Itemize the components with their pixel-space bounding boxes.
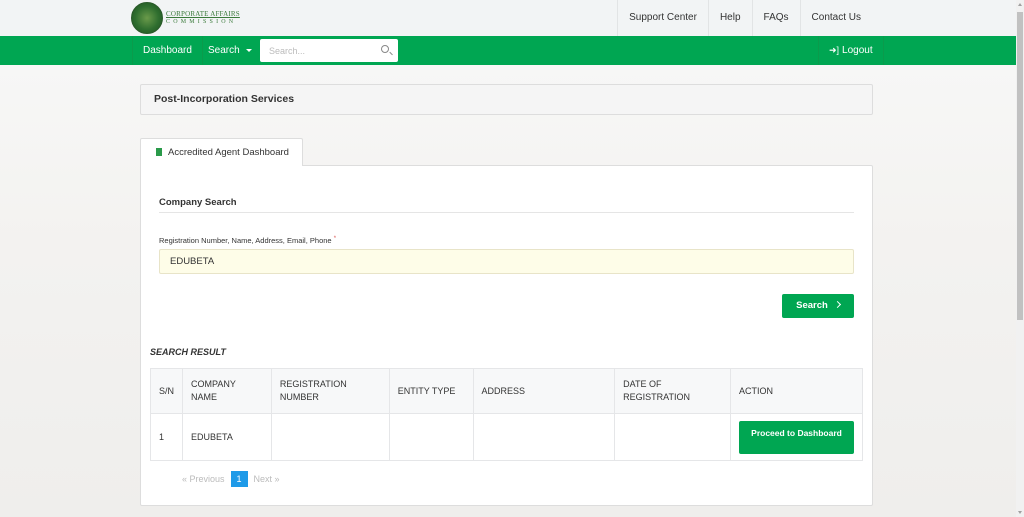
table-row: 1 EDUBETA Proceed to Dashboard — [149, 413, 863, 461]
search-button[interactable]: Search — [782, 294, 854, 318]
cell-address — [472, 413, 616, 461]
col-action: ACTION — [730, 368, 863, 414]
search-result-title: SEARCH RESULT — [150, 347, 226, 357]
results-table: S/N COMPANY NAME REGISTRATION NUMBER ENT… — [149, 368, 863, 461]
chevron-right-icon — [833, 300, 841, 309]
dashboard-panel: Company Search Registration Number, Name… — [140, 165, 873, 506]
col-sn: S/N — [149, 368, 184, 414]
pagination-page-1[interactable]: 1 — [230, 471, 248, 487]
top-links: Support Center Help FAQs Contact Us — [617, 0, 872, 36]
col-entity-type: ENTITY TYPE — [388, 368, 474, 414]
cell-action: Proceed to Dashboard — [730, 413, 863, 461]
sign-in-icon: ➜] — [829, 45, 840, 55]
proceed-to-dashboard-button[interactable]: Proceed to Dashboard — [739, 420, 854, 454]
search-field-label: Registration Number, Name, Address, Emai… — [159, 236, 336, 245]
field-label-text: Registration Number, Name, Address, Emai… — [159, 236, 332, 245]
contact-us-link[interactable]: Contact Us — [799, 0, 872, 36]
required-mark: * — [333, 236, 337, 242]
nav-dashboard[interactable]: Dashboard — [132, 36, 203, 65]
section-divider — [159, 212, 854, 213]
logout-button[interactable]: ➜] Logout — [818, 36, 884, 65]
search-button-label: Search — [796, 300, 828, 311]
scroll-up-icon[interactable] — [1018, 3, 1022, 6]
support-center-link[interactable]: Support Center — [617, 0, 708, 36]
company-search-input[interactable]: EDUBETA — [159, 249, 854, 274]
caret-down-icon — [245, 48, 252, 52]
building-icon — [156, 148, 162, 156]
nav-search-input[interactable] — [260, 39, 370, 62]
cell-sn: 1 — [149, 413, 184, 461]
col-registration-number: REGISTRATION NUMBER — [270, 368, 390, 414]
top-bar: CORPORATE AFFAIRS COMMISSION Support Cen… — [0, 0, 1016, 36]
nav-search-label: Search — [208, 45, 240, 56]
brand-line2: COMMISSION — [166, 19, 237, 25]
cell-company-name: EDUBETA — [182, 413, 272, 461]
cac-logo[interactable]: CORPORATE AFFAIRS COMMISSION — [131, 2, 240, 34]
section-title: Company Search — [159, 197, 237, 208]
scroll-down-icon[interactable] — [1018, 511, 1022, 514]
brand-line1: CORPORATE AFFAIRS — [166, 10, 240, 18]
page-title: Post-Incorporation Services — [140, 84, 873, 115]
logout-label: Logout — [842, 45, 873, 56]
nav-search-box — [260, 39, 398, 62]
page-scrollbar[interactable] — [1016, 0, 1024, 517]
col-date-of-registration: DATE OF REGISTRATION — [614, 368, 731, 414]
col-company-name: COMPANY NAME — [182, 368, 272, 414]
table-header-row: S/N COMPANY NAME REGISTRATION NUMBER ENT… — [149, 368, 863, 414]
pagination: « Previous 1 Next » — [182, 471, 280, 487]
col-address: ADDRESS — [472, 368, 616, 414]
scrollbar-thumb[interactable] — [1017, 12, 1023, 320]
cell-date-of-registration — [614, 413, 731, 461]
pagination-next[interactable]: Next » — [254, 474, 280, 484]
search-icon[interactable] — [381, 45, 389, 53]
faqs-link[interactable]: FAQs — [751, 0, 800, 36]
cell-entity-type — [388, 413, 474, 461]
nav-search-dropdown[interactable]: Search — [200, 36, 260, 65]
help-link[interactable]: Help — [707, 0, 752, 36]
tab-accredited-agent-dashboard[interactable]: Accredited Agent Dashboard — [140, 138, 303, 166]
cell-registration-number — [270, 413, 390, 461]
pagination-previous[interactable]: « Previous — [182, 474, 225, 484]
tab-label: Accredited Agent Dashboard — [168, 147, 289, 158]
cac-seal-icon — [131, 2, 163, 34]
